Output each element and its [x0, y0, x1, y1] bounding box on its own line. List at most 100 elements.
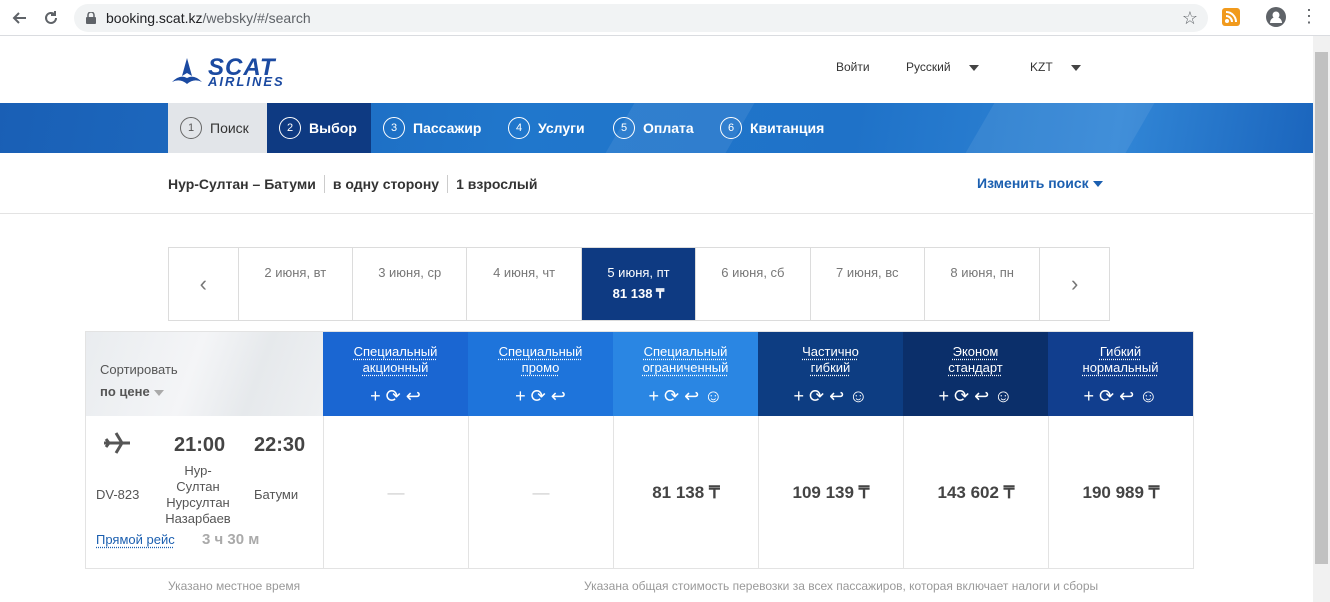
- fare-name-line: акционный: [362, 360, 429, 375]
- local-time-note: Указано местное время: [168, 579, 301, 593]
- profile-icon[interactable]: [1266, 7, 1286, 27]
- date-option[interactable]: 2 июня, вт: [239, 248, 354, 320]
- fare-name-line: Специальный: [643, 344, 728, 359]
- step-number: 4: [508, 117, 530, 139]
- rss-icon[interactable]: [1222, 8, 1240, 26]
- date-label: 8 июня, пн: [950, 265, 1014, 280]
- language-value: Русский: [906, 60, 951, 74]
- step-label: Поиск: [210, 120, 249, 136]
- departure-city-line: Нурсултан: [166, 495, 230, 510]
- sort-value[interactable]: по цене: [100, 384, 164, 399]
- step-label: Услуги: [538, 120, 585, 136]
- direct-flight-link[interactable]: Прямой рейс: [96, 532, 175, 547]
- fare-name[interactable]: Специальный промо: [499, 344, 583, 376]
- chevron-down-icon: [1092, 181, 1103, 188]
- date-selector: ‹ 2 июня, вт 3 июня, ср 4 июня, чт 5 июн…: [168, 247, 1110, 321]
- sort-value-text: по цене: [100, 384, 150, 399]
- chevron-left-icon: ‹: [199, 271, 207, 296]
- arrival-time: 22:30: [254, 434, 306, 456]
- departure-city-line: Султан: [176, 479, 220, 494]
- fare-feature-icons: + ⟳ ↩: [515, 386, 566, 406]
- departure-city: Нур- Султан Нурсултан Назарбаев: [156, 463, 240, 527]
- fare-name[interactable]: Частично гибкий: [802, 344, 859, 376]
- fare-name[interactable]: Эконом стандарт: [948, 344, 1002, 376]
- address-bar[interactable]: booking.scat.kz/websky/#/search ☆: [74, 4, 1208, 32]
- logo-text-bottom: AIRLINES: [208, 74, 285, 89]
- chevron-right-icon: ›: [1071, 271, 1079, 296]
- date-option[interactable]: 3 июня, ср: [353, 248, 468, 320]
- back-arrow-icon[interactable]: [8, 7, 30, 29]
- fare-price-option[interactable]: 81 138 ₸: [613, 416, 758, 569]
- divider: [323, 175, 325, 193]
- fare-column-header[interactable]: Эконом стандарт + ⟳ ↩ ☺: [903, 332, 1048, 416]
- fare-column-header[interactable]: Гибкий нормальный + ⟳ ↩ ☺: [1048, 332, 1193, 416]
- booking-steps-bar: 1 Поиск 2 Выбор 3 Пассажир 4 Услуги 5 Оплата …: [0, 103, 1313, 153]
- fare-column-header[interactable]: Специальный ограниченный + ⟳ ↩ ☺: [613, 332, 758, 416]
- fare-feature-icons: + ⟳ ↩ ☺: [938, 386, 1013, 406]
- date-option[interactable]: 7 июня, вс: [811, 248, 925, 320]
- scrollbar-thumb[interactable]: [1315, 52, 1328, 564]
- reload-icon[interactable]: [40, 7, 62, 29]
- date-label: 2 июня, вт: [264, 265, 327, 280]
- fare-feature-icons: + ⟳ ↩ ☺: [793, 386, 868, 406]
- login-link[interactable]: Войти: [836, 60, 870, 74]
- flight-number: DV-823: [96, 487, 140, 502]
- fare-feature-icons: + ⟳ ↩: [370, 386, 421, 406]
- fare-column-header[interactable]: Специальный промо + ⟳ ↩: [468, 332, 613, 416]
- fare-price-option[interactable]: 143 602 ₸: [903, 416, 1048, 569]
- step-search[interactable]: 1 Поиск: [168, 103, 267, 153]
- step-receipt: 6 Квитанция: [720, 103, 824, 153]
- flight-info: 21:00 22:30 DV-823 Нур- Султан Нурсултан…: [86, 416, 323, 569]
- divider: [447, 175, 449, 193]
- url-text: booking.scat.kz/websky/#/search: [106, 10, 311, 26]
- next-dates-button[interactable]: ›: [1039, 248, 1109, 320]
- step-select: 2 Выбор: [267, 103, 371, 153]
- chevron-down-icon: [968, 64, 979, 71]
- step-number: 5: [613, 117, 635, 139]
- trip-type: в одну сторону: [332, 176, 440, 192]
- date-label: 3 июня, ср: [378, 265, 442, 280]
- star-icon[interactable]: ☆: [1182, 8, 1198, 29]
- change-search-button[interactable]: Изменить поиск: [977, 175, 1103, 191]
- divider: [0, 213, 1313, 214]
- airplane-icon: [104, 432, 130, 454]
- scat-logo[interactable]: SCAT AIRLINES: [170, 54, 330, 92]
- fare-name-line: ограниченный: [642, 360, 729, 375]
- departure-time: 21:00: [174, 434, 226, 456]
- fare-name[interactable]: Гибкий нормальный: [1083, 344, 1159, 376]
- date-option[interactable]: 6 июня, сб: [696, 248, 811, 320]
- fare-price-option[interactable]: 109 139 ₸: [758, 416, 903, 569]
- fare-name-line: промо: [521, 360, 560, 375]
- date-option[interactable]: 4 июня, чт: [467, 248, 582, 320]
- fare-feature-icons: + ⟳ ↩ ☺: [1083, 386, 1158, 406]
- fare-name[interactable]: Специальный акционный: [354, 344, 438, 376]
- date-option[interactable]: 8 июня, пн: [925, 248, 1039, 320]
- fare-column-header[interactable]: Специальный акционный + ⟳ ↩: [323, 332, 468, 416]
- fare-unavailable: —: [468, 416, 613, 569]
- step-services: 4 Услуги: [508, 103, 585, 153]
- fare-price-option[interactable]: 190 989 ₸: [1048, 416, 1193, 569]
- step-label: Оплата: [643, 120, 694, 136]
- total-price-note: Указана общая стоимость перевозки за все…: [584, 579, 1099, 593]
- sort-control[interactable]: Сортировать по цене: [86, 332, 323, 416]
- fare-name-line: Специальный: [498, 344, 583, 359]
- date-label: 5 июня, пт: [607, 265, 670, 280]
- language-select[interactable]: Русский: [906, 60, 979, 74]
- chevron-down-icon: [153, 389, 164, 396]
- prev-dates-button[interactable]: ‹: [169, 248, 239, 320]
- change-search-label: Изменить поиск: [977, 175, 1089, 191]
- fare-name[interactable]: Специальный ограниченный: [643, 344, 729, 376]
- fare-name-line: стандарт: [948, 360, 1003, 375]
- menu-icon[interactable]: ⋮: [1300, 6, 1318, 27]
- date-option-selected[interactable]: 5 июня, пт 81 138 ₸: [581, 248, 697, 320]
- step-label: Выбор: [309, 120, 357, 136]
- step-number: 1: [180, 117, 202, 139]
- step-passenger: 3 Пассажир: [383, 103, 481, 153]
- fare-name-line: Гибкий: [1099, 344, 1142, 359]
- fare-column-header[interactable]: Частично гибкий + ⟳ ↩ ☺: [758, 332, 903, 416]
- fare-name-line: Частично: [802, 344, 859, 359]
- fare-name-line: гибкий: [810, 360, 851, 375]
- fare-table: Сортировать по цене Специальный акционный…: [85, 331, 1194, 569]
- chevron-down-icon: [1070, 64, 1081, 71]
- currency-select[interactable]: KZT: [1030, 60, 1081, 74]
